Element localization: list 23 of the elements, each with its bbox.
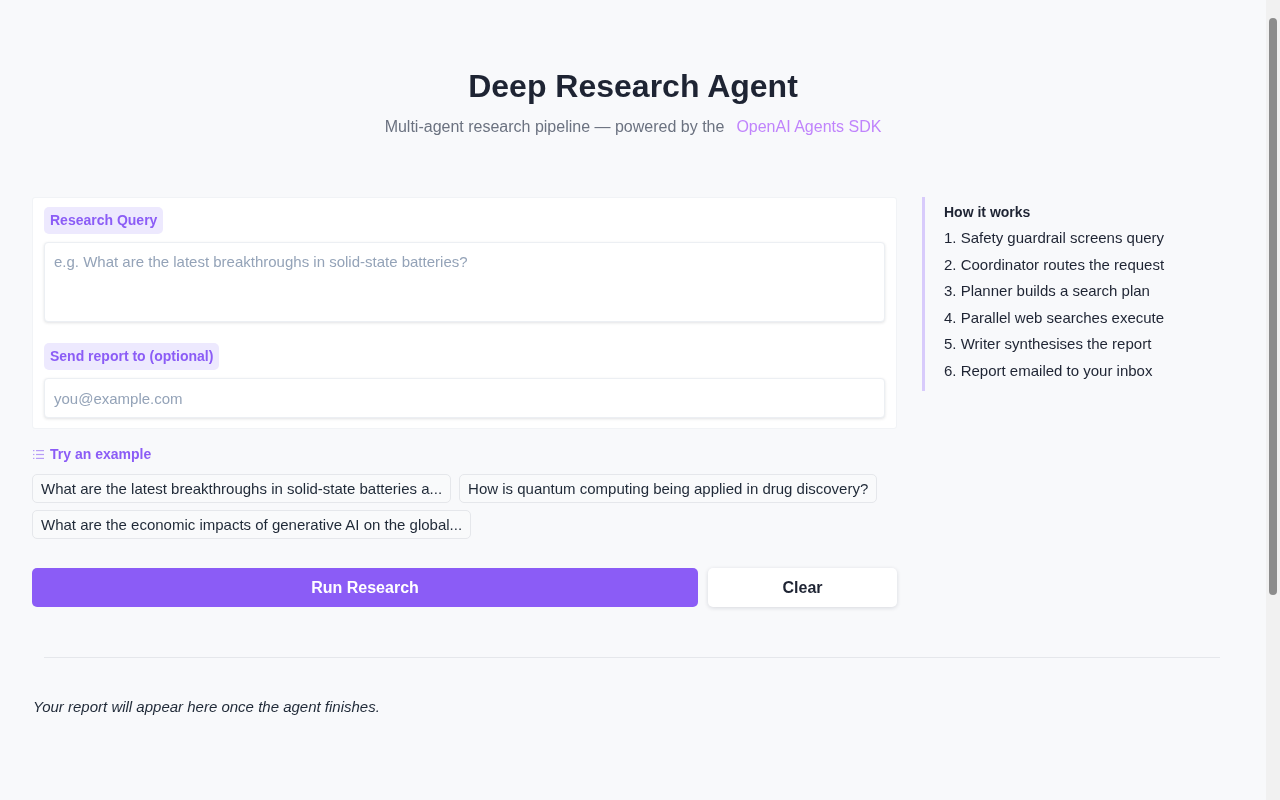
example-chip[interactable]: What are the latest breakthroughs in solid-state batteries a...	[32, 474, 452, 503]
email-field[interactable]: you@example.com	[44, 378, 885, 418]
step-text: 6. Report emailed to your inbox	[944, 360, 1154, 381]
page-title: Deep Research Agent	[467, 67, 799, 106]
example-chip[interactable]: What are the economic impacts of generative AI on the global...	[32, 510, 472, 539]
field-label: Research Query	[44, 207, 164, 234]
step-text: 5. Writer synthesises the report	[944, 334, 1153, 355]
example-chip[interactable]: How is quantum computing being applied in drug discovery?	[459, 474, 878, 503]
step-text: 1. Safety guardrail screens query	[944, 228, 1166, 248]
field-label: Send report to (optional)	[44, 343, 220, 370]
step-text: 2. Coordinator routes the request	[944, 254, 1166, 275]
report-message: Your report will appear here once the agent finishes.	[33, 698, 381, 716]
list-icon	[33, 449, 44, 459]
examples-heading: Try an example	[50, 445, 152, 464]
clear-button[interactable]: Clear	[708, 568, 897, 607]
run-button[interactable]: Run Research	[32, 568, 698, 607]
step-text: 4. Parallel web searches execute	[944, 307, 1166, 328]
step-text: 3. Planner builds a search plan	[944, 281, 1151, 302]
scrollbar-thumb[interactable]	[1269, 18, 1277, 595]
panel-title: How it works	[944, 203, 1032, 222]
scrollbar[interactable]	[1266, 0, 1280, 800]
subtitle-text: Multi-agent research pipeline — powered by the	[384, 117, 725, 137]
query-field[interactable]: e.g. What are the latest breakthroughs in solid-state batteries?	[44, 242, 885, 322]
